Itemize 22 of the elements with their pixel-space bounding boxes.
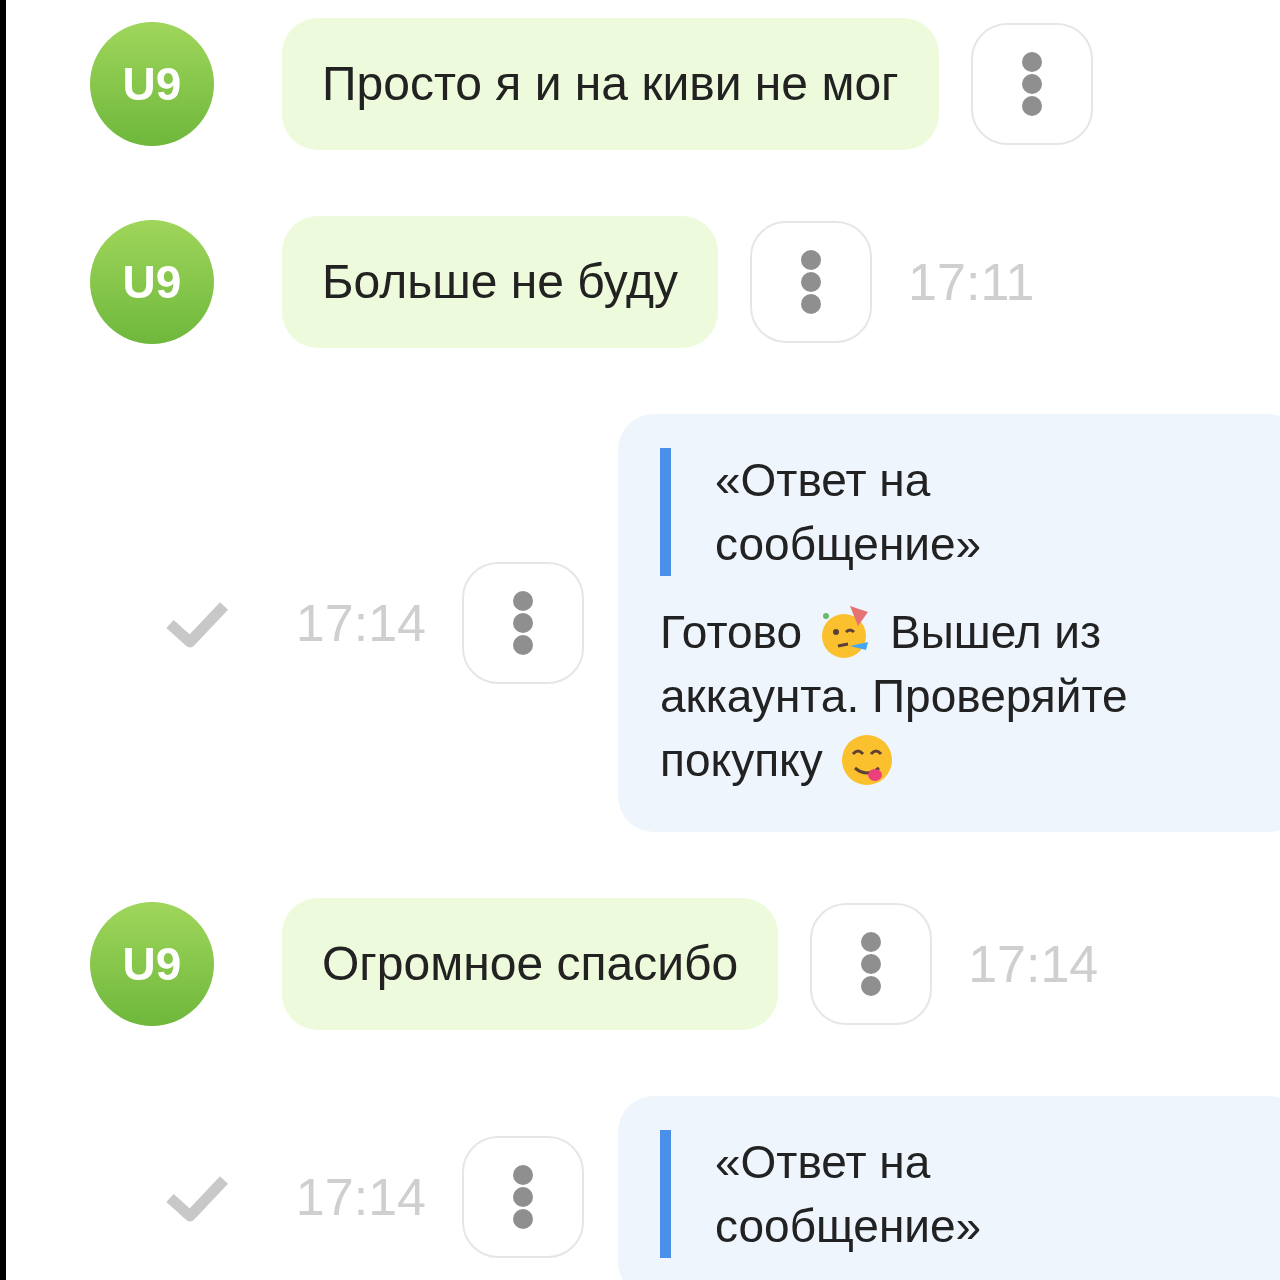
more-icon xyxy=(799,250,824,314)
message-text: покупку xyxy=(660,733,823,788)
more-icon xyxy=(859,932,884,996)
more-icon xyxy=(511,591,535,655)
message-bubble: Огромное спасибо xyxy=(282,898,779,1030)
message-text: аккаунта. Проверяйте xyxy=(660,669,1128,724)
more-button[interactable] xyxy=(970,23,1093,145)
more-icon xyxy=(511,1165,535,1229)
message-text: Готово xyxy=(660,605,803,660)
more-button[interactable] xyxy=(750,221,873,343)
avatar[interactable]: U9 xyxy=(90,220,214,344)
quoted-message: «Ответ на сообщение» xyxy=(715,1135,983,1254)
avatar[interactable]: U9 xyxy=(90,22,214,146)
message-bubble: Просто я и на киви не мог xyxy=(282,18,939,150)
avatar[interactable]: U9 xyxy=(90,902,214,1026)
message-bubble: Больше не буду xyxy=(282,216,719,348)
more-button[interactable] xyxy=(462,1136,584,1258)
more-icon xyxy=(1019,52,1044,116)
quoted-message: «Ответ на сообщение» xyxy=(715,453,983,572)
message-text: Вышел из xyxy=(890,605,1102,660)
more-button[interactable] xyxy=(810,903,933,1025)
more-button[interactable] xyxy=(462,562,584,684)
